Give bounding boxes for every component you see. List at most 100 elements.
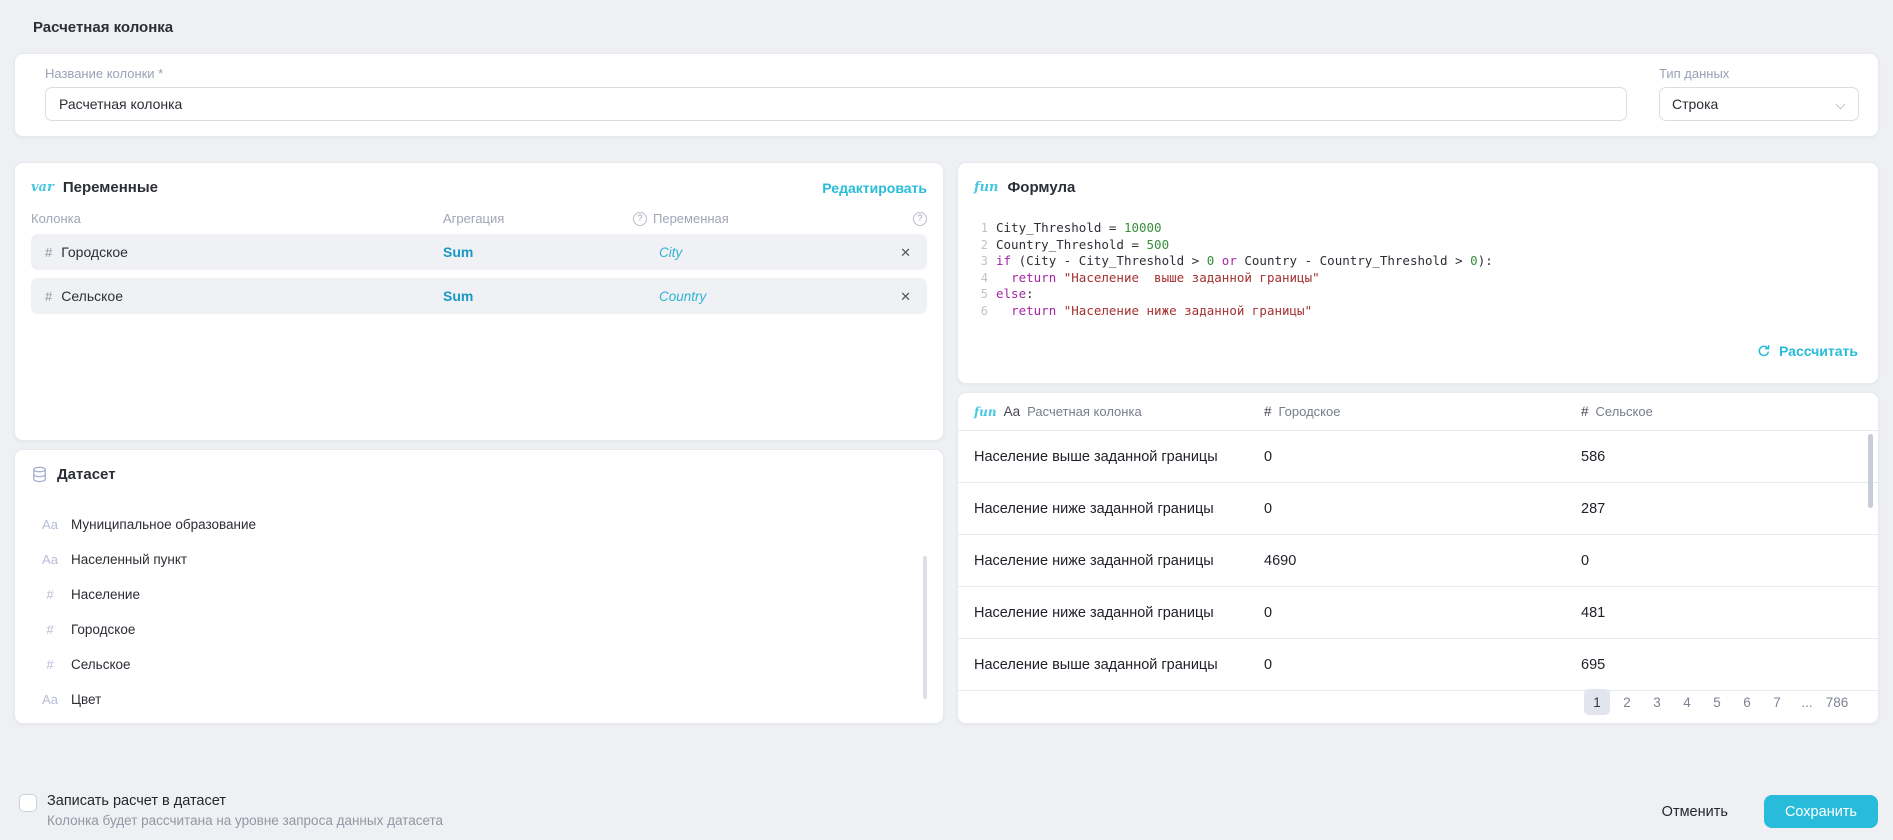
help-icon[interactable]: ?: [633, 212, 647, 226]
var-icon: var: [31, 180, 54, 195]
preview-table-header: fun Aa Расчетная колонка #Городское # Сельс…: [958, 393, 1878, 431]
variable-row: # Городское Sum City ✕: [31, 234, 927, 270]
preview-column-label: Городское: [1279, 404, 1341, 419]
preview-column-label: Расчетная колонка: [1027, 404, 1142, 419]
calculated-column-page: Расчетная колонка Название колонки * Тип…: [0, 0, 1893, 840]
preview-column-header: # Сельское: [1581, 404, 1862, 419]
save-button[interactable]: Сохранить: [1764, 795, 1878, 828]
number-type-icon: #: [37, 657, 63, 672]
pagination-page-button[interactable]: 5: [1704, 689, 1730, 715]
column-name-input[interactable]: [45, 87, 1627, 121]
preview-cell: Население выше заданной границы: [974, 657, 1264, 673]
fun-icon: fun: [974, 405, 997, 419]
dataset-field-name: Городское: [71, 622, 135, 637]
code-line: 4 return "Население выше заданной границ…: [974, 270, 1862, 287]
string-type-icon: Aa: [37, 692, 63, 707]
code-line: 6 return "Население ниже заданной границ…: [974, 303, 1862, 320]
preview-table-body: Население выше заданной границы0586 Насе…: [958, 431, 1878, 691]
pagination-page-button[interactable]: 786: [1824, 689, 1850, 715]
data-type-select[interactable]: Строка: [1659, 87, 1859, 121]
preview-table-row: Население ниже заданной границы0481: [958, 587, 1878, 639]
pagination: 1234567...786: [1584, 689, 1850, 715]
preview-column-header: #Городское: [1264, 404, 1581, 419]
dataset-panel: Датасет Aa Муниципальное образование Aa …: [14, 449, 944, 724]
string-type-icon: Aa: [37, 517, 63, 532]
variable-column-name: Сельское: [61, 288, 123, 304]
preview-table-panel: fun Aa Расчетная колонка #Городское # Сельс…: [957, 392, 1879, 724]
variables-table-body: # Городское Sum City ✕ # Сельское Sum Co…: [31, 234, 927, 314]
checkbox-label[interactable]: Записать расчет в датасет: [47, 793, 443, 809]
line-number: 6: [974, 303, 988, 320]
checkbox-hint: Колонка будет рассчитана на уровне запро…: [47, 813, 443, 828]
preview-cell: Население ниже заданной границы: [974, 501, 1264, 517]
preview-cell: 0: [1264, 501, 1581, 517]
dataset-field[interactable]: # Городское: [31, 612, 927, 647]
line-number: 4: [974, 270, 988, 287]
dataset-field[interactable]: Aa Муниципальное образование: [31, 507, 927, 542]
pagination-page-button[interactable]: 4: [1674, 689, 1700, 715]
cancel-button[interactable]: Отменить: [1652, 798, 1738, 826]
chevron-down-icon: [1836, 99, 1846, 109]
number-type-icon: #: [45, 289, 52, 304]
column-name-group: Название колонки *: [45, 66, 1627, 121]
preview-cell: 481: [1581, 605, 1862, 621]
variable-name[interactable]: City: [633, 245, 896, 260]
dataset-field[interactable]: Aa Цвет: [31, 682, 927, 717]
preview-cell: 586: [1581, 449, 1862, 465]
preview-cell: Население ниже заданной границы: [974, 605, 1264, 621]
dataset-title: Датасет: [57, 466, 116, 483]
code-line: 3if (City - City_Threshold > 0 or Countr…: [974, 253, 1862, 270]
dataset-field[interactable]: # Сельское: [31, 647, 927, 682]
variable-header: Переменная: [653, 211, 729, 226]
formula-title: Формула: [1008, 179, 1076, 196]
formula-code[interactable]: 1City_Threshold = 10000 2Country_Thresho…: [974, 220, 1862, 320]
dataset-scrollbar[interactable]: [923, 556, 927, 699]
preview-table-row: Население выше заданной границы0586: [958, 431, 1878, 483]
preview-cell: Население ниже заданной границы: [974, 553, 1264, 569]
pagination-page-button[interactable]: 1: [1584, 689, 1610, 715]
code-line: 5else:: [974, 286, 1862, 303]
code-line: 1City_Threshold = 10000: [974, 220, 1862, 237]
dataset-field[interactable]: # Население: [31, 577, 927, 612]
preview-cell: 4690: [1264, 553, 1581, 569]
string-type-icon: Aa: [1004, 404, 1021, 419]
write-to-dataset-option: Записать расчет в датасет Колонка будет …: [19, 793, 443, 828]
string-type-icon: Aa: [37, 552, 63, 567]
column-header: Колонка: [31, 211, 443, 226]
pagination-ellipsis: ...: [1794, 689, 1820, 715]
database-icon: [31, 466, 48, 483]
variables-title: Переменные: [63, 179, 158, 196]
column-name-label: Название колонки *: [45, 66, 1627, 81]
pagination-page-button[interactable]: 2: [1614, 689, 1640, 715]
dataset-field-name: Цвет: [71, 692, 101, 707]
remove-variable-button[interactable]: ✕: [896, 286, 915, 307]
preview-table-row: Население выше заданной границы0695: [958, 639, 1878, 691]
preview-cell: 0: [1581, 553, 1862, 569]
variables-panel: var Переменные Редактировать Колонка Агр…: [14, 162, 944, 441]
dataset-field[interactable]: Aa Населенный пункт: [31, 542, 927, 577]
line-number: 2: [974, 237, 988, 254]
preview-column-header: fun Aa Расчетная колонка: [974, 404, 1264, 419]
pagination-page-button[interactable]: 6: [1734, 689, 1760, 715]
variable-aggregation[interactable]: Sum: [443, 244, 633, 260]
line-number: 1: [974, 220, 988, 237]
line-number: 3: [974, 253, 988, 270]
variable-name[interactable]: Country: [633, 289, 896, 304]
remove-variable-button[interactable]: ✕: [896, 242, 915, 263]
variable-aggregation[interactable]: Sum: [443, 288, 633, 304]
preview-column-label: Сельское: [1596, 404, 1653, 419]
pagination-page-button[interactable]: 3: [1644, 689, 1670, 715]
preview-cell: 695: [1581, 657, 1862, 673]
help-icon[interactable]: ?: [913, 212, 927, 226]
number-type-icon: #: [1581, 404, 1589, 419]
write-to-dataset-checkbox[interactable]: [19, 794, 37, 812]
pagination-page-button[interactable]: 7: [1764, 689, 1790, 715]
calculate-button[interactable]: Рассчитать: [1757, 343, 1858, 359]
line-number: 5: [974, 286, 988, 303]
preview-scrollbar[interactable]: [1868, 434, 1873, 508]
edit-variables-link[interactable]: Редактировать: [822, 180, 927, 196]
dataset-field-name: Муниципальное образование: [71, 517, 256, 532]
data-type-label: Тип данных: [1659, 66, 1859, 81]
number-type-icon: #: [37, 622, 63, 637]
preview-cell: 0: [1264, 605, 1581, 621]
